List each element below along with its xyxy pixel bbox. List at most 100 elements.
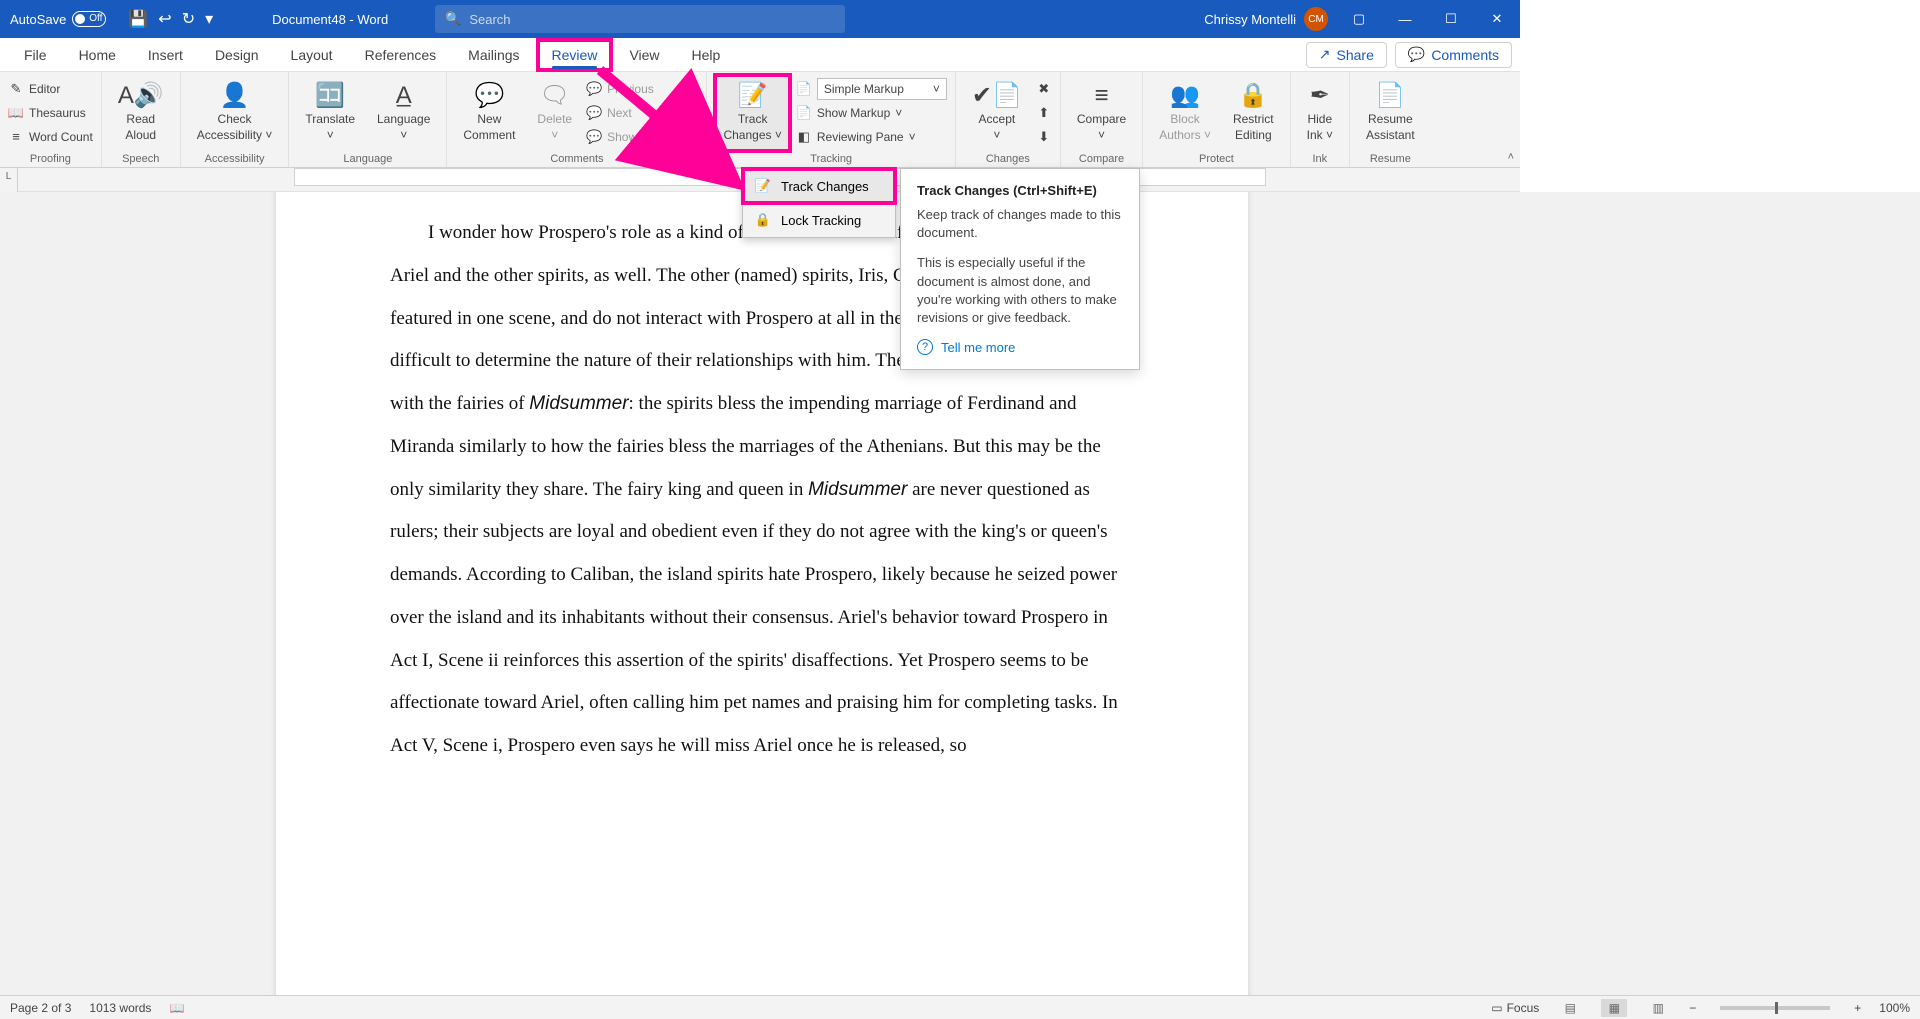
zoom-slider[interactable]	[1720, 1006, 1830, 1010]
next-icon: 💬	[586, 105, 602, 121]
delete-comment-icon: 🗨	[540, 83, 570, 109]
next-comment-button[interactable]: 💬Next	[586, 103, 698, 123]
markup-mode-combo[interactable]: 📄 Simple Markup˅	[796, 79, 947, 99]
compare-button[interactable]: ≡ Compare ˅	[1069, 75, 1134, 151]
accept-button[interactable]: ✔📄 Accept ˅	[964, 75, 1030, 151]
translate-icon: 🈁	[315, 83, 345, 109]
search-box[interactable]: 🔍	[435, 5, 845, 33]
chevron-down-icon: ˅	[909, 130, 916, 144]
chevron-down-icon: ˅	[551, 129, 558, 142]
block-authors-icon: 👥	[1170, 83, 1200, 109]
user-account[interactable]: Chrissy Montelli CM	[1204, 7, 1336, 31]
tooltip-title: Track Changes (Ctrl+Shift+E)	[917, 183, 1123, 198]
delete-comment-button[interactable]: 🗨 Delete ˅	[529, 75, 580, 151]
dropdown-item-track-changes[interactable]: 📝 Track Changes	[743, 169, 895, 203]
read-mode-icon[interactable]: ▤	[1557, 999, 1583, 1017]
tab-references[interactable]: References	[349, 38, 453, 72]
comments-button[interactable]: 💬Comments	[1395, 42, 1512, 68]
zoom-in-icon[interactable]: +	[1854, 1001, 1861, 1015]
show-comments-button[interactable]: 💬Show Comments	[586, 127, 698, 147]
chevron-down-icon: ˅	[775, 128, 782, 142]
hide-ink-button[interactable]: ✒ Hide Ink ˅	[1299, 75, 1341, 151]
restrict-editing-icon: 🔒	[1238, 83, 1268, 109]
tab-design[interactable]: Design	[199, 38, 275, 72]
zoom-level[interactable]: 100%	[1879, 1001, 1910, 1015]
title-bar: AutoSave Off 💾 ↩ ↻ ▾ Document48 - Word 🔍…	[0, 0, 1520, 38]
thesaurus-icon: 📖	[8, 105, 24, 121]
group-compare: ≡ Compare ˅ Compare	[1061, 72, 1143, 167]
ruler-gutter: L	[0, 168, 18, 192]
show-markup-button[interactable]: 📄Show Markup ˅	[796, 103, 947, 123]
next-change-button[interactable]: ⬇	[1036, 127, 1052, 147]
share-button[interactable]: ↗Share	[1306, 42, 1387, 68]
new-comment-icon: 💬	[474, 83, 504, 109]
window-controls: ▢ — ☐ ✕	[1336, 0, 1520, 38]
read-aloud-button[interactable]: A🔊 Read Aloud	[110, 75, 172, 151]
status-word-count[interactable]: 1013 words	[89, 1001, 151, 1015]
next-change-icon: ⬇	[1036, 129, 1052, 145]
chevron-down-icon: ˅	[1098, 129, 1105, 142]
zoom-out-icon[interactable]: −	[1689, 1001, 1696, 1015]
translate-button[interactable]: 🈁 Translate ˅	[297, 75, 363, 151]
group-label-speech: Speech	[102, 153, 180, 167]
maximize-icon[interactable]: ☐	[1428, 0, 1474, 38]
chevron-down-icon: ˅	[265, 128, 272, 142]
close-icon[interactable]: ✕	[1474, 0, 1520, 38]
document-title: Document48 - Word	[225, 12, 435, 27]
previous-change-button[interactable]: ⬆	[1036, 103, 1052, 123]
group-ink: ✒ Hide Ink ˅ Ink	[1291, 72, 1350, 167]
thesaurus-button[interactable]: 📖Thesaurus	[8, 103, 93, 123]
undo-icon[interactable]: ↩	[158, 9, 171, 29]
new-comment-button[interactable]: 💬 New Comment	[455, 75, 523, 151]
tab-file[interactable]: File	[8, 38, 63, 72]
tab-help[interactable]: Help	[676, 38, 737, 72]
reject-icon: ✖	[1036, 81, 1052, 97]
tell-me-more-link[interactable]: ? Tell me more	[917, 339, 1123, 355]
help-icon: ?	[917, 339, 933, 355]
chevron-down-icon: ˅	[993, 129, 1000, 142]
autosave-label: AutoSave	[10, 12, 66, 27]
status-proofing-icon[interactable]: 📖	[169, 1001, 184, 1015]
minimize-icon[interactable]: —	[1382, 0, 1428, 38]
search-input[interactable]	[469, 12, 835, 27]
tab-mailings[interactable]: Mailings	[452, 38, 535, 72]
group-language: 🈁 Translate ˅ A̲ Language ˅ Language	[289, 72, 447, 167]
tab-home[interactable]: Home	[63, 38, 132, 72]
ribbon-display-icon[interactable]: ▢	[1336, 0, 1382, 38]
previous-change-icon: ⬆	[1036, 105, 1052, 121]
reject-button[interactable]: ✖	[1036, 79, 1052, 99]
restrict-editing-button[interactable]: 🔒 Restrict Editing	[1225, 75, 1282, 151]
accessibility-icon: 👤	[220, 83, 250, 109]
qat-customize-icon[interactable]: ▾	[205, 9, 213, 29]
group-label-protect: Protect	[1143, 153, 1289, 167]
dropdown-item-lock-tracking[interactable]: 🔒 Lock Tracking	[743, 203, 895, 237]
tab-layout[interactable]: Layout	[275, 38, 349, 72]
status-page[interactable]: Page 2 of 3	[10, 1001, 71, 1015]
group-label-language: Language	[289, 153, 446, 167]
group-label-comments: Comments	[447, 153, 706, 167]
reviewing-pane-button[interactable]: ◧Reviewing Pane ˅	[796, 127, 947, 147]
previous-comment-button[interactable]: 💬Previous	[586, 79, 698, 99]
language-button[interactable]: A̲ Language ˅	[369, 75, 438, 151]
editor-button[interactable]: ✎Editor	[8, 79, 93, 99]
block-authors-button[interactable]: 👥 Block Authors ˅	[1151, 75, 1219, 151]
print-layout-icon[interactable]: ▦	[1601, 999, 1627, 1017]
group-proofing: ✎Editor 📖Thesaurus ≡Word Count Proofing	[0, 72, 102, 167]
save-icon[interactable]: 💾	[128, 9, 148, 29]
autosave-toggle[interactable]: AutoSave Off	[0, 11, 116, 27]
redo-icon[interactable]: ↻	[182, 9, 195, 29]
tab-insert[interactable]: Insert	[132, 38, 199, 72]
track-changes-button[interactable]: 📝 Track Changes ˅	[715, 75, 789, 151]
resume-assistant-button[interactable]: 📄 Resume Assistant	[1358, 75, 1423, 151]
tab-review[interactable]: Review	[536, 38, 614, 72]
focus-mode-button[interactable]: ▭Focus	[1491, 1001, 1539, 1015]
collapse-ribbon-icon[interactable]: ˄	[1508, 151, 1514, 163]
check-accessibility-button[interactable]: 👤 Check Accessibility ˅	[189, 75, 281, 151]
user-name: Chrissy Montelli	[1204, 12, 1296, 27]
chevron-down-icon: ˅	[895, 106, 902, 120]
markup-icon: 📄	[796, 81, 812, 97]
group-protect: 👥 Block Authors ˅ 🔒 Restrict Editing Pro…	[1143, 72, 1290, 167]
tab-view[interactable]: View	[613, 38, 675, 72]
web-layout-icon[interactable]: ▥	[1645, 999, 1671, 1017]
word-count-button[interactable]: ≡Word Count	[8, 127, 93, 147]
